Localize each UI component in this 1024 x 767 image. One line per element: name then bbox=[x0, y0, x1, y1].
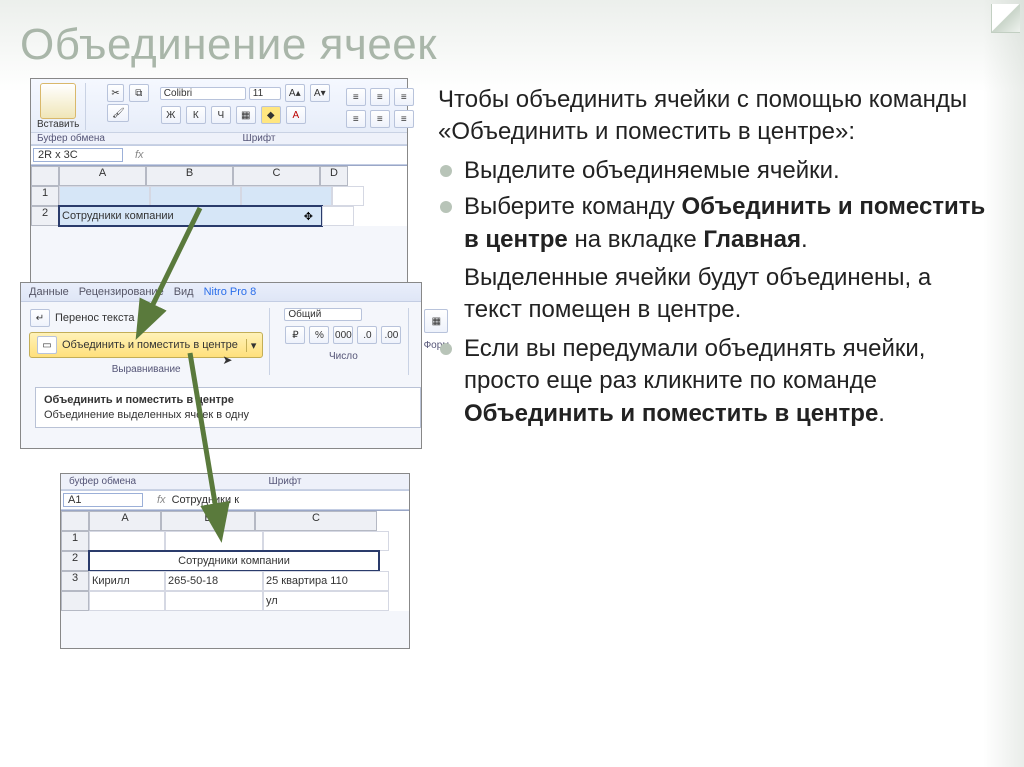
paste-icon bbox=[40, 83, 76, 119]
fx-icon[interactable]: fx bbox=[135, 149, 144, 161]
cell[interactable]: ул bbox=[263, 591, 389, 611]
cell[interactable] bbox=[165, 531, 263, 551]
clipboard-group-label: буфер обмена bbox=[69, 476, 169, 487]
tooltip-title: Объединить и поместить в центре bbox=[44, 394, 412, 406]
shrink-font-icon[interactable]: A▾ bbox=[310, 84, 330, 102]
cell[interactable] bbox=[263, 531, 389, 551]
cell[interactable] bbox=[59, 186, 150, 206]
align-left-icon[interactable]: ≡ bbox=[346, 110, 366, 128]
font-name-select[interactable]: Colibri bbox=[160, 87, 246, 100]
bullet-2: Выберите команду Объединить и поместить … bbox=[438, 191, 994, 256]
number-group-label: Число bbox=[284, 351, 402, 362]
row-header-2[interactable]: 2 bbox=[61, 551, 89, 571]
text-column: Чтобы объединить ячейки с помощью команд… bbox=[438, 78, 994, 434]
percent-icon[interactable]: % bbox=[309, 326, 329, 344]
wrap-icon: ↵ bbox=[30, 309, 50, 327]
row-header-blank[interactable] bbox=[61, 591, 89, 611]
tab-nitro[interactable]: Nitro Pro 8 bbox=[204, 286, 257, 298]
font-color-icon[interactable]: A bbox=[286, 106, 306, 124]
selected-cells[interactable]: Сотрудники компании ✥ bbox=[59, 206, 322, 226]
select-all-corner[interactable] bbox=[61, 511, 89, 531]
name-box[interactable]: 2R x 3C bbox=[33, 148, 123, 162]
screenshots-column: Вставить ✂ ⧉ 🖌 Colibri 11 bbox=[20, 78, 420, 434]
font-size-select[interactable]: 11 bbox=[249, 87, 281, 100]
align-top-icon[interactable]: ≡ bbox=[346, 88, 366, 106]
cell[interactable] bbox=[322, 206, 354, 226]
slide: Объединение ячеек Вставить ✂ ⧉ bbox=[0, 0, 1024, 767]
cell[interactable] bbox=[150, 186, 241, 206]
cut-icon: ✂ bbox=[107, 84, 123, 102]
tooltip: Объединить и поместить в центре Объедине… bbox=[35, 387, 421, 428]
number-format-select[interactable]: Общий bbox=[284, 308, 362, 321]
intro-text: Чтобы объединить ячейки с помощью команд… bbox=[438, 84, 994, 149]
cell[interactable] bbox=[89, 531, 165, 551]
col-header-a[interactable]: A bbox=[59, 166, 146, 186]
bullet-3: Если вы передумали объединять ячейки, пр… bbox=[438, 333, 994, 430]
cell[interactable]: 25 квартира 110 bbox=[263, 571, 389, 591]
align-mid-icon[interactable]: ≡ bbox=[370, 88, 390, 106]
merge-icon: ▭ bbox=[37, 336, 57, 354]
cell[interactable] bbox=[332, 186, 364, 206]
screenshot-after: буфер обмена Шрифт A1 fx Сотрудники к A … bbox=[60, 473, 410, 649]
cell[interactable] bbox=[89, 591, 165, 611]
col-header-b[interactable]: B bbox=[161, 511, 255, 531]
pointer-cursor-icon: ➤ bbox=[222, 353, 232, 367]
align-center-icon[interactable]: ≡ bbox=[370, 110, 390, 128]
row-header-1[interactable]: 1 bbox=[61, 531, 89, 551]
formula-bar-value[interactable]: Сотрудники к bbox=[172, 494, 239, 506]
move-cursor-icon: ✥ bbox=[304, 210, 313, 223]
col-header-c[interactable]: C bbox=[233, 166, 320, 186]
cell[interactable]: Кирилл bbox=[89, 571, 165, 591]
font-group-label: Шрифт bbox=[111, 133, 407, 144]
align-right-icon[interactable]: ≡ bbox=[394, 110, 414, 128]
screenshot-before: Вставить ✂ ⧉ 🖌 Colibri 11 bbox=[30, 78, 408, 290]
cell[interactable] bbox=[241, 186, 332, 206]
slide-title: Объединение ячеек bbox=[20, 20, 994, 70]
tab-view[interactable]: Вид bbox=[174, 286, 194, 298]
name-box[interactable]: A1 bbox=[63, 493, 143, 507]
cell-text: Сотрудники компании bbox=[62, 210, 174, 222]
col-header-c[interactable]: C bbox=[255, 511, 377, 531]
currency-icon[interactable]: ₽ bbox=[285, 326, 305, 344]
tab-data[interactable]: Данные bbox=[29, 286, 69, 298]
underline-button[interactable]: Ч bbox=[211, 106, 231, 124]
col-header-b[interactable]: B bbox=[146, 166, 233, 186]
tooltip-body: Объединение выделенных ячеек в одну bbox=[44, 409, 412, 421]
chevron-down-icon[interactable]: ▾ bbox=[246, 339, 257, 352]
copy-icon: ⧉ bbox=[129, 84, 149, 102]
fx-icon[interactable]: fx bbox=[157, 494, 166, 506]
row-header-1[interactable]: 1 bbox=[31, 186, 59, 206]
row-header-3[interactable]: 3 bbox=[61, 571, 89, 591]
cond-format-icon[interactable]: ▦ bbox=[424, 309, 448, 333]
italic-button[interactable]: К bbox=[186, 106, 206, 124]
comma-icon[interactable]: 000 bbox=[333, 326, 353, 344]
merge-center-button[interactable]: ▭ Объединить и поместить в центре ▾ ➤ bbox=[29, 332, 263, 358]
bold-button[interactable]: Ж bbox=[161, 106, 181, 124]
cell[interactable] bbox=[165, 591, 263, 611]
select-all-corner[interactable] bbox=[31, 166, 59, 186]
format-painter-icon: 🖌 bbox=[107, 104, 129, 122]
cell[interactable]: 265-50-18 bbox=[165, 571, 263, 591]
grow-font-icon[interactable]: A▴ bbox=[285, 84, 305, 102]
col-header-a[interactable]: A bbox=[89, 511, 161, 531]
tab-review[interactable]: Рецензирование bbox=[79, 286, 164, 298]
screenshot-merge-button: Данные Рецензирование Вид Nitro Pro 8 ↵ … bbox=[20, 282, 422, 449]
font-group-label: Шрифт bbox=[169, 476, 401, 487]
dec-dec-icon[interactable]: .00 bbox=[381, 326, 401, 344]
result-text: Выделенные ячейки будут объединены, а те… bbox=[438, 262, 994, 327]
bullet-1: Выделите объединяемые ячейки. bbox=[438, 155, 994, 187]
wrap-text-button[interactable]: ↵ Перенос текста bbox=[29, 308, 263, 328]
align-bot-icon[interactable]: ≡ bbox=[394, 88, 414, 106]
fill-color-icon[interactable]: ◆ bbox=[261, 106, 281, 124]
col-header-d[interactable]: D bbox=[320, 166, 348, 186]
inc-dec-icon[interactable]: .0 bbox=[357, 326, 377, 344]
merged-cell[interactable]: Сотрудники компании bbox=[89, 551, 379, 571]
row-header-2[interactable]: 2 bbox=[31, 206, 59, 226]
clipboard-group-label: Буфер обмена bbox=[31, 133, 111, 144]
border-icon[interactable]: ▦ bbox=[236, 106, 256, 124]
paste-label: Вставить bbox=[37, 119, 79, 130]
